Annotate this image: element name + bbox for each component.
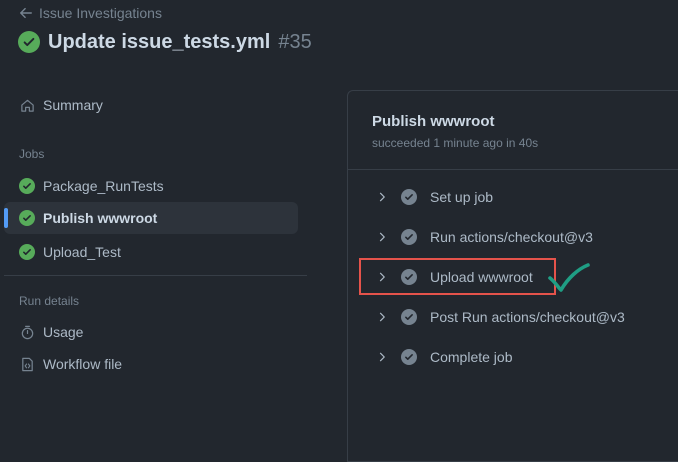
file-code-icon	[19, 356, 35, 372]
sidebar-item-usage[interactable]: Usage	[4, 316, 298, 348]
run-details-heading: Run details	[19, 294, 80, 308]
step-label: Post Run actions/checkout@v3	[430, 309, 625, 325]
success-check-icon	[19, 178, 35, 194]
success-check-icon	[18, 31, 40, 53]
step-label: Set up job	[430, 189, 494, 205]
back-link[interactable]: Issue Investigations	[19, 4, 162, 22]
sidebar-item-label: Workflow file	[43, 356, 123, 372]
sidebar-item-workflow-file[interactable]: Workflow file	[4, 348, 298, 380]
sidebar-item-job-publish-wwwroot[interactable]: Publish wwwroot	[4, 202, 298, 234]
sidebar-item-label: Upload_Test	[43, 244, 121, 260]
step-label: Complete job	[430, 349, 513, 365]
stopwatch-icon	[19, 324, 35, 340]
active-indicator	[4, 208, 8, 228]
step-row[interactable]: Set up job	[349, 181, 669, 213]
job-panel-header: Publish wwwroot succeeded 1 minute ago i…	[348, 91, 678, 170]
success-check-icon	[19, 210, 35, 226]
chevron-right-icon	[374, 349, 390, 365]
home-icon	[19, 97, 35, 113]
job-status-subtitle: succeeded 1 minute ago in 40s	[372, 136, 539, 150]
step-check-icon	[401, 349, 417, 365]
workflow-run-title: Update issue_tests.yml	[48, 30, 271, 53]
step-check-icon	[401, 229, 417, 245]
job-title: Publish wwwroot	[372, 113, 495, 130]
sidebar-item-label: Summary	[43, 97, 103, 113]
chevron-right-icon	[374, 309, 390, 325]
step-row[interactable]: Complete job	[349, 341, 669, 373]
arrow-left-icon	[20, 7, 32, 19]
sidebar-divider	[4, 275, 307, 276]
sidebar-item-label: Publish wwwroot	[43, 210, 158, 226]
sidebar-item-summary[interactable]: Summary	[4, 89, 298, 121]
annotation-checkmark-icon	[548, 263, 590, 292]
sidebar-item-job-upload-test[interactable]: Upload_Test	[4, 236, 298, 268]
highlight-box	[359, 258, 556, 295]
page-title: Update issue_tests.yml #35	[18, 28, 312, 56]
sidebar-item-label: Usage	[43, 324, 84, 340]
success-check-icon	[19, 244, 35, 260]
run-number: #35	[278, 30, 312, 53]
sidebar-item-label: Package_RunTests	[43, 178, 164, 194]
back-link-label: Issue Investigations	[39, 5, 162, 21]
jobs-heading: Jobs	[19, 147, 45, 161]
step-check-icon	[401, 309, 417, 325]
step-check-icon	[401, 189, 417, 205]
sidebar-item-job-package-runtests[interactable]: Package_RunTests	[4, 170, 298, 202]
chevron-right-icon	[374, 189, 390, 205]
chevron-right-icon	[374, 229, 390, 245]
step-row[interactable]: Post Run actions/checkout@v3	[349, 301, 669, 333]
step-row[interactable]: Run actions/checkout@v3	[349, 221, 669, 253]
step-label: Run actions/checkout@v3	[430, 229, 593, 245]
